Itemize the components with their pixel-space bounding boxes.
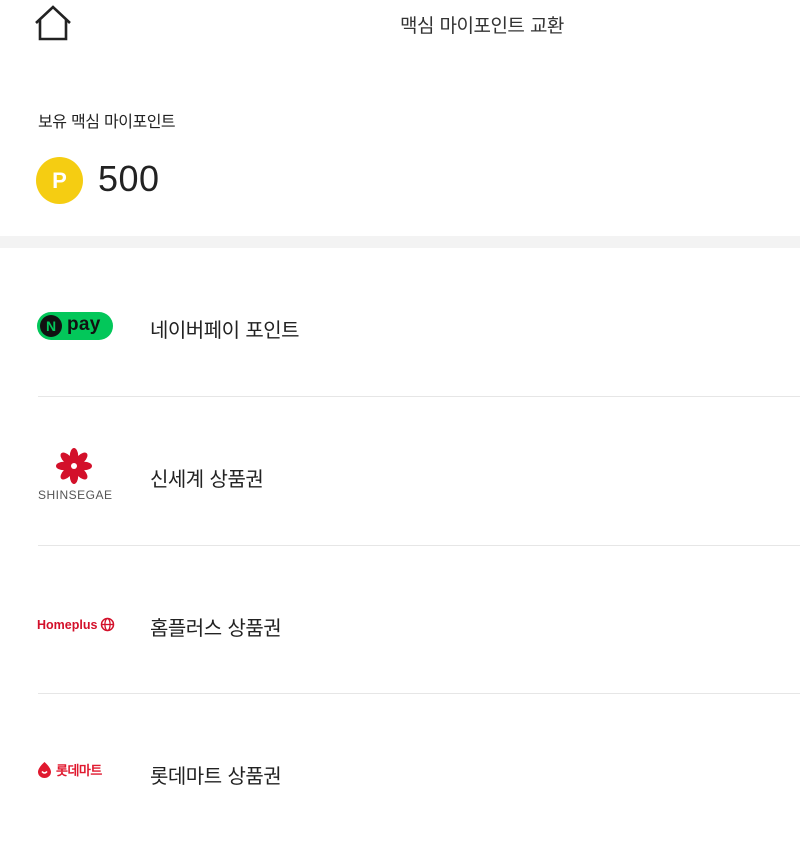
shinsegae-flower-icon xyxy=(56,448,92,484)
homeplus-logo: Homeplus xyxy=(37,617,115,632)
home-icon xyxy=(35,5,71,41)
page-title: 맥심 마이포인트 교환 xyxy=(400,15,564,37)
exchange-item-lottemart[interactable]: 롯데마트 상품권 xyxy=(0,694,800,842)
lottemart-logo-text: 롯데마트 xyxy=(56,764,102,779)
shinsegae-logo-text: SHINSEGAE xyxy=(38,488,113,502)
naverpay-n-icon: N xyxy=(40,315,62,337)
exchange-item-shinsegae[interactable]: 신세계 상품권 xyxy=(0,397,800,545)
exchange-item-label: 네이버페이 포인트 xyxy=(150,318,300,342)
home-button[interactable] xyxy=(33,4,73,42)
lottemart-drop-icon xyxy=(38,762,51,778)
exchange-item-label: 홈플러스 상품권 xyxy=(150,616,282,640)
naverpay-logo: N pay xyxy=(37,312,113,340)
balance-label: 보유 맥심 마이포인트 xyxy=(38,112,176,131)
exchange-item-naverpay[interactable]: N pay 네이버페이 포인트 xyxy=(0,248,800,396)
coin-letter: P xyxy=(52,167,67,193)
header: 맥심 마이포인트 교환 xyxy=(0,0,800,48)
naverpay-logo-text: pay xyxy=(67,314,101,335)
homeplus-globe-icon xyxy=(101,617,115,632)
exchange-item-label: 신세계 상품권 xyxy=(150,467,264,491)
exchange-item-homeplus[interactable]: 홈플러스 상품권 xyxy=(0,546,800,694)
exchange-item-label: 롯데마트 상품권 xyxy=(150,764,282,788)
lottemart-logo: 롯데마트 xyxy=(37,760,102,779)
point-coin-icon: P xyxy=(36,157,83,204)
balance-value: 500 xyxy=(98,158,160,199)
homeplus-logo-text: Homeplus xyxy=(37,617,98,632)
naverpay-n-letter: N xyxy=(45,318,57,334)
section-divider xyxy=(0,236,800,248)
